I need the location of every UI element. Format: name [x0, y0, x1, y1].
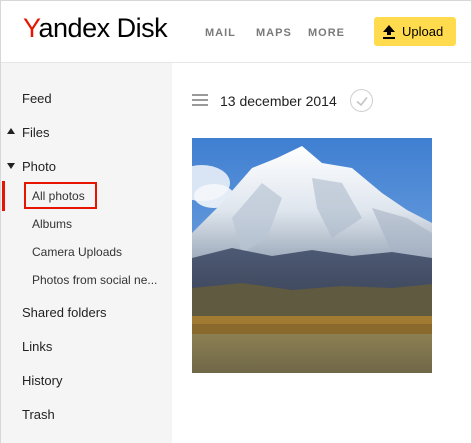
sidebar-item-files[interactable]: Files: [22, 125, 49, 140]
upload-icon: [383, 25, 395, 39]
sidebar-item-shared-folders[interactable]: Shared folders: [22, 305, 107, 320]
photo-expand-icon[interactable]: [7, 163, 15, 169]
sidebar-item-feed[interactable]: Feed: [22, 91, 52, 106]
hamburger-icon[interactable]: [192, 94, 208, 106]
nav-maps-link[interactable]: MAPS: [256, 27, 292, 39]
sidebar-item-camera-uploads[interactable]: Camera Uploads: [32, 245, 122, 259]
nav-more-link[interactable]: MORE: [308, 27, 345, 39]
sidebar-item-trash[interactable]: Trash: [22, 407, 55, 422]
upload-button[interactable]: Upload: [374, 17, 456, 46]
app-window: Yandex Disk MAIL MAPS MORE Upload Feed F…: [0, 0, 472, 443]
logo-disk: Disk: [116, 13, 168, 43]
mountain-photo: [192, 138, 432, 373]
sidebar-item-albums[interactable]: Albums: [32, 217, 72, 231]
photo-thumbnail[interactable]: [192, 138, 432, 373]
sidebar-item-photo[interactable]: Photo: [22, 159, 56, 174]
active-indicator: [2, 181, 5, 211]
logo-yandex: andex: [38, 13, 111, 43]
sidebar: Feed Files Photo All photos Albums Camer…: [1, 63, 172, 443]
files-collapse-icon[interactable]: [7, 128, 15, 134]
sidebar-item-social-photos[interactable]: Photos from social ne...: [32, 273, 157, 287]
checkmark-icon: [356, 97, 368, 107]
nav-mail-link[interactable]: MAIL: [205, 27, 236, 39]
sidebar-item-history[interactable]: History: [22, 373, 62, 388]
logo-letter-y: Y: [23, 13, 39, 43]
sidebar-item-all-photos[interactable]: All photos: [32, 189, 85, 203]
header: Yandex Disk MAIL MAPS MORE Upload: [1, 1, 471, 63]
date-group-title: 13 december 2014: [220, 93, 337, 109]
main-content: 13 december 2014: [172, 63, 471, 443]
sidebar-item-links[interactable]: Links: [22, 339, 52, 354]
upload-button-label: Upload: [402, 24, 444, 39]
checkmark-circle-icon[interactable]: [350, 89, 373, 112]
yandex-disk-logo[interactable]: Yandex Disk: [23, 13, 168, 44]
